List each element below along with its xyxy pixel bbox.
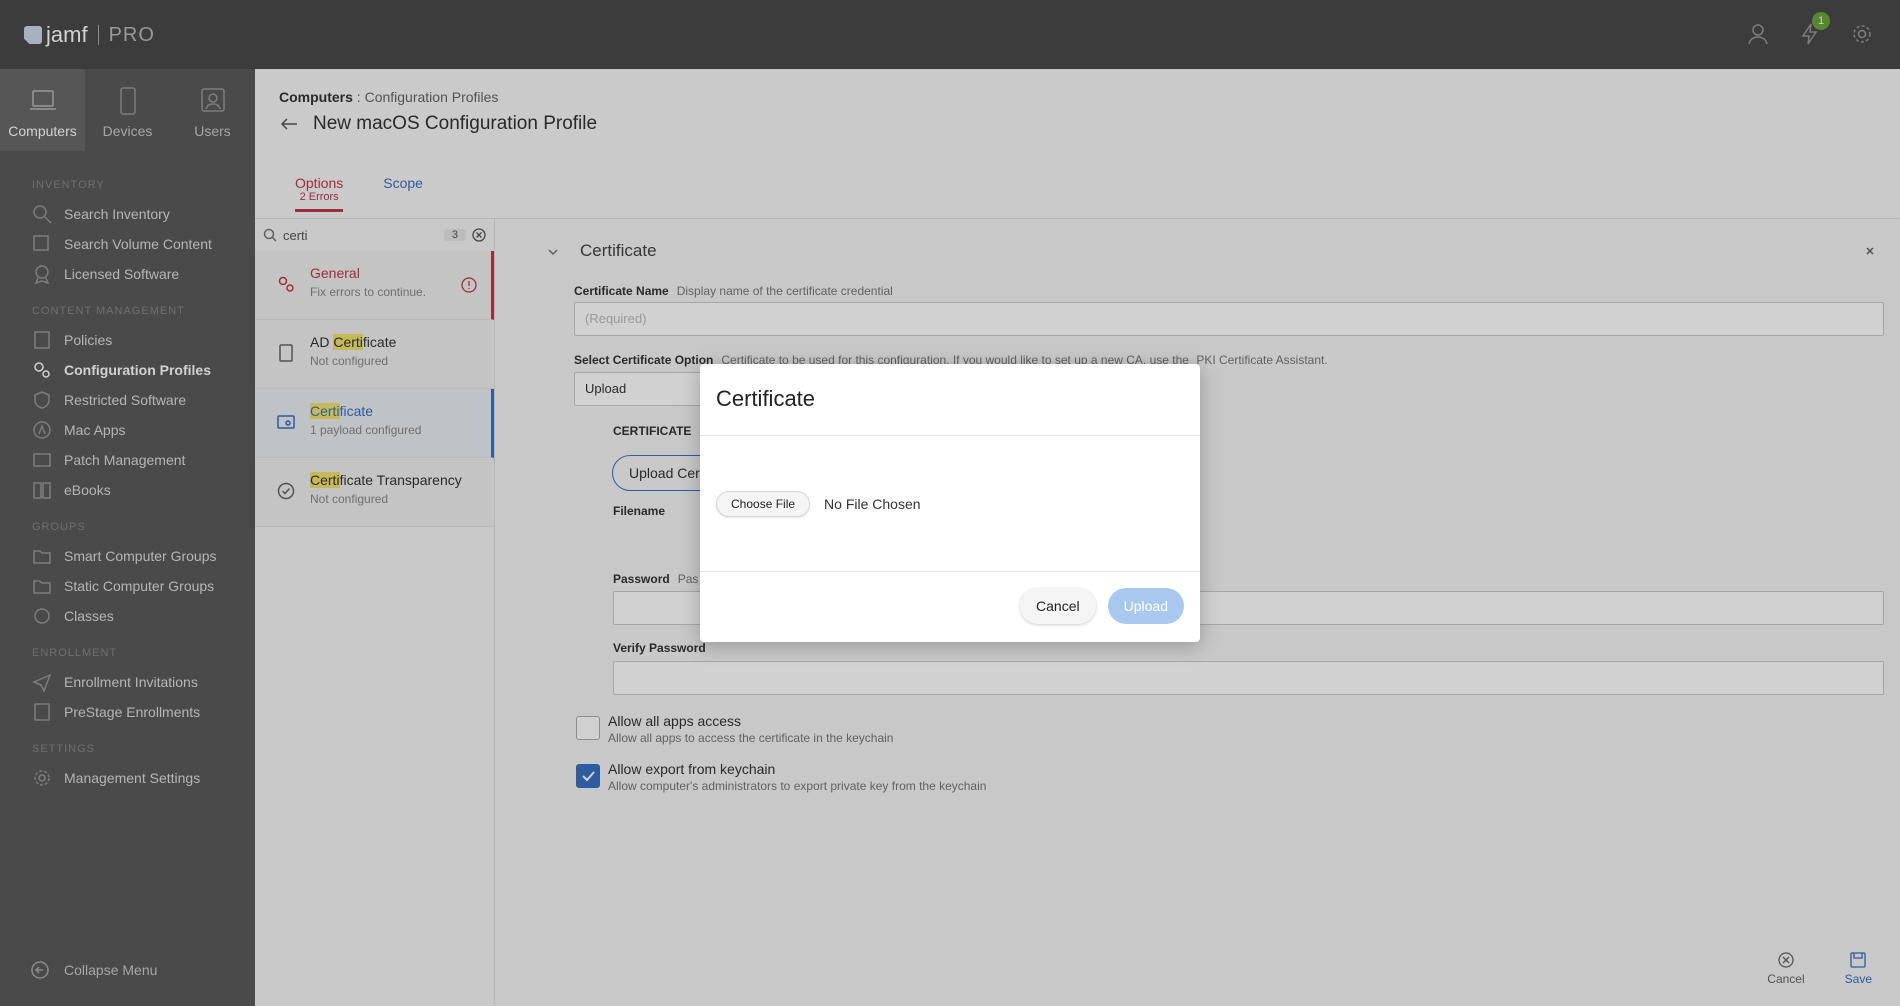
modal-upload-button[interactable]: Upload	[1107, 588, 1184, 624]
upload-certificate-modal: Certificate Choose File No File Chosen C…	[700, 364, 1200, 642]
choose-file-button[interactable]: Choose File	[716, 490, 811, 517]
modal-cancel-button[interactable]: Cancel	[1020, 588, 1096, 624]
modal-footer: Cancel Upload	[700, 572, 1200, 640]
no-file-chosen-text: No File Chosen	[824, 495, 921, 512]
modal-body: Choose File No File Chosen	[700, 436, 1200, 572]
modal-title: Certificate	[700, 364, 1200, 436]
